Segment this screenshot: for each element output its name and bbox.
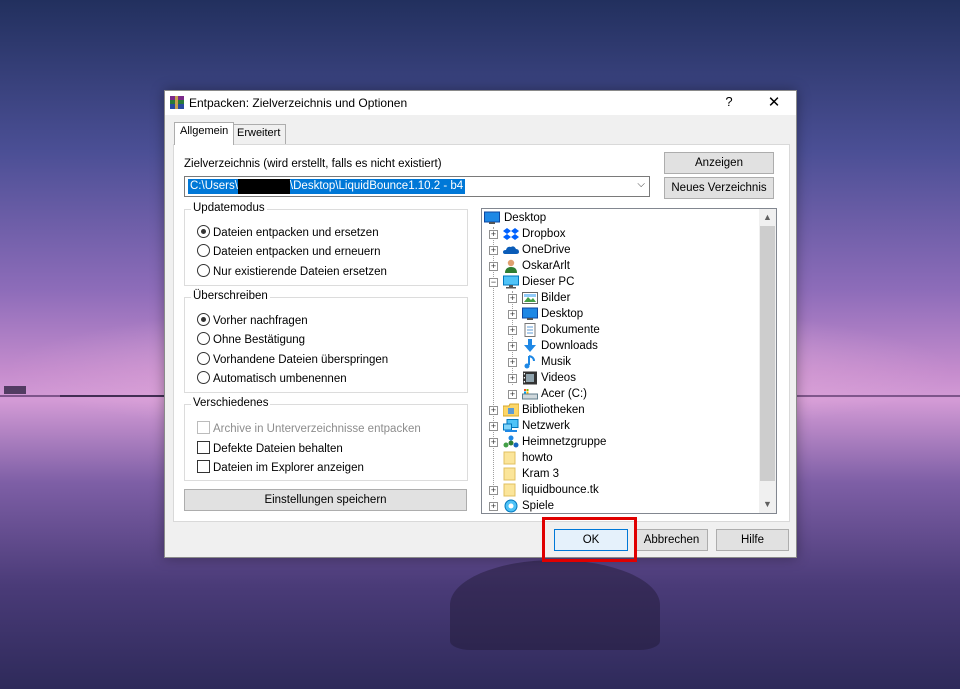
videos-icon xyxy=(523,371,537,385)
radio-replace-existing[interactable]: Nur existierende Dateien ersetzen xyxy=(197,264,387,278)
user-icon xyxy=(505,259,517,273)
redacted-username xyxy=(237,179,290,194)
target-path-combo[interactable]: C:\Users\ \Desktop\LiquidBounce1.10.2 - b… xyxy=(184,176,650,197)
radio-button[interactable] xyxy=(197,352,210,365)
wallpaper-hut xyxy=(4,386,26,394)
desktop-icon xyxy=(522,307,538,320)
radio-auto-rename[interactable]: Automatisch umbenennen xyxy=(197,371,347,385)
wallpaper-pier xyxy=(60,395,180,405)
check-extract-subfolders: Archive in Unterverzeichnisse entpacken xyxy=(197,421,421,435)
radio-ask-before[interactable]: Vorher nachfragen xyxy=(197,313,308,327)
expand-icon[interactable]: + xyxy=(508,342,517,351)
radio-button[interactable] xyxy=(197,244,210,257)
pc-icon xyxy=(503,275,519,289)
downloads-icon xyxy=(524,339,536,352)
dropbox-icon xyxy=(503,228,519,240)
scroll-up-icon[interactable]: ▲ xyxy=(759,209,776,226)
tree-scrollbar[interactable]: ▲ ▼ xyxy=(759,209,776,513)
target-path-value[interactable]: C:\Users\ \Desktop\LiquidBounce1.10.2 - b… xyxy=(188,179,466,194)
wallpaper-boat xyxy=(450,560,660,650)
ok-highlight-box xyxy=(542,517,637,562)
expand-icon[interactable]: + xyxy=(489,262,498,271)
libraries-icon xyxy=(503,403,519,417)
drive-icon xyxy=(522,389,538,400)
checkbox xyxy=(197,421,210,434)
radio-button[interactable] xyxy=(197,313,210,326)
radio-extract-replace[interactable]: Dateien entpacken und ersetzen xyxy=(197,225,379,239)
scroll-down-icon[interactable]: ▼ xyxy=(759,496,776,513)
expand-icon[interactable]: + xyxy=(489,438,498,447)
expand-icon[interactable]: + xyxy=(489,230,498,239)
expand-icon[interactable]: + xyxy=(508,374,517,383)
expand-icon[interactable]: + xyxy=(489,486,498,495)
expand-icon[interactable]: + xyxy=(489,502,498,511)
expand-icon[interactable]: + xyxy=(489,406,498,415)
expand-icon[interactable]: + xyxy=(508,310,517,319)
desktop-icon xyxy=(484,211,500,224)
tab-erweitert[interactable]: Erweitert xyxy=(231,124,287,144)
save-settings-button[interactable]: Einstellungen speichern xyxy=(184,489,467,511)
checkbox[interactable] xyxy=(197,441,210,454)
title-bar: Entpacken: Zielverzeichnis und Optionen … xyxy=(165,91,796,115)
winrar-icon xyxy=(170,96,184,109)
games-icon xyxy=(504,499,518,513)
show-button[interactable]: Anzeigen xyxy=(664,152,774,174)
close-button[interactable]: ✕ xyxy=(763,93,785,113)
cancel-button[interactable]: Abbrechen xyxy=(635,529,708,551)
folder-tree[interactable]: Desktop + Dropbox + OneDrive + OskarArlt… xyxy=(481,208,777,514)
help-title-button[interactable]: ? xyxy=(719,94,739,112)
update-mode-group: Updatemodus Dateien entpacken und ersetz… xyxy=(184,202,468,286)
check-show-explorer[interactable]: Dateien im Explorer anzeigen xyxy=(197,460,364,474)
folder-icon xyxy=(503,467,516,481)
update-mode-title: Updatemodus xyxy=(191,202,267,214)
radio-without-confirm[interactable]: Ohne Bestätigung xyxy=(197,332,305,346)
radio-extract-update[interactable]: Dateien entpacken und erneuern xyxy=(197,244,381,258)
radio-button[interactable] xyxy=(197,371,210,384)
folder-icon xyxy=(503,483,516,497)
checkbox[interactable] xyxy=(197,460,210,473)
radio-button[interactable] xyxy=(197,225,210,238)
expand-icon[interactable]: + xyxy=(508,326,517,335)
scroll-thumb[interactable] xyxy=(760,226,775,481)
target-folder-label: Zielverzeichnis (wird erstellt, falls es… xyxy=(184,158,442,170)
new-folder-button[interactable]: Neues Verzeichnis xyxy=(664,177,774,199)
misc-group: Verschiedenes Archive in Unterverzeichni… xyxy=(184,397,468,481)
expand-icon[interactable]: + xyxy=(508,390,517,399)
expand-icon[interactable]: + xyxy=(489,422,498,431)
tab-allgemein[interactable]: Allgemein xyxy=(174,122,235,145)
expand-icon[interactable]: + xyxy=(489,246,498,255)
collapse-icon[interactable]: − xyxy=(489,278,498,287)
radio-skip-existing[interactable]: Vorhandene Dateien überspringen xyxy=(197,352,388,366)
expand-icon[interactable]: + xyxy=(508,294,517,303)
documents-icon xyxy=(524,323,536,337)
check-keep-broken[interactable]: Defekte Dateien behalten xyxy=(197,441,343,455)
radio-button[interactable] xyxy=(197,332,210,345)
expand-icon[interactable]: + xyxy=(508,358,517,367)
onedrive-icon xyxy=(503,246,519,254)
homegroup-icon xyxy=(503,435,519,448)
help-button[interactable]: Hilfe xyxy=(716,529,789,551)
folder-icon xyxy=(503,451,516,465)
radio-button[interactable] xyxy=(197,264,210,277)
window-title: Entpacken: Zielverzeichnis und Optionen xyxy=(189,96,408,110)
network-icon xyxy=(503,419,519,432)
overwrite-group: Überschreiben Vorher nachfragen Ohne Bes… xyxy=(184,290,468,393)
extract-dialog: Entpacken: Zielverzeichnis und Optionen … xyxy=(164,90,797,558)
overwrite-title: Überschreiben xyxy=(191,290,270,302)
music-icon xyxy=(524,355,535,369)
misc-title: Verschiedenes xyxy=(191,397,271,409)
pictures-icon xyxy=(522,292,538,304)
chevron-down-icon[interactable]: ⌵ xyxy=(637,179,645,190)
tree-guide xyxy=(512,291,513,385)
